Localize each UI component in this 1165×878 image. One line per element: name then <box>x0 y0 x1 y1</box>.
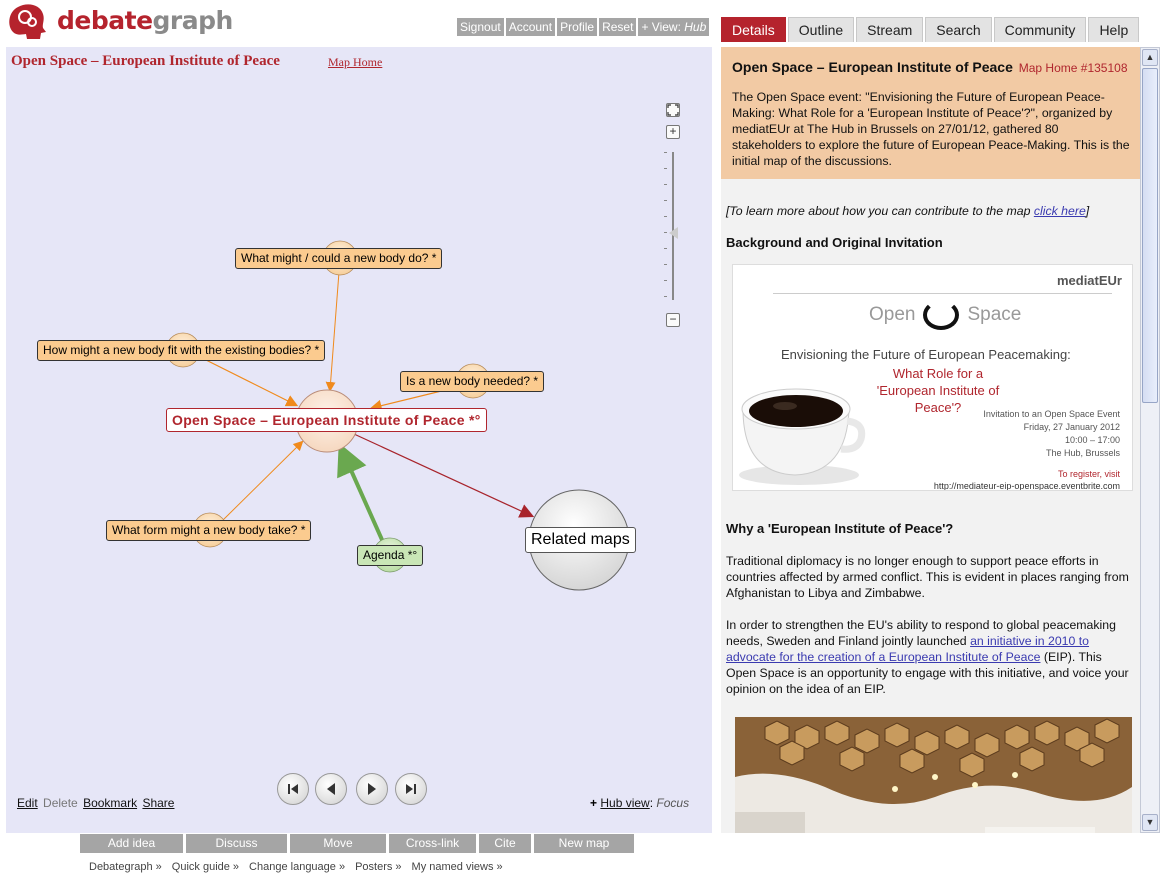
last-icon <box>406 784 416 794</box>
details-body: [To learn more about how you can contrib… <box>721 203 1140 833</box>
edge-q4-central <box>220 440 304 523</box>
last-button[interactable] <box>395 773 427 805</box>
next-icon <box>368 783 376 795</box>
footer-link-posters[interactable]: Posters » <box>355 861 401 873</box>
view-prefix: + View: <box>641 20 681 34</box>
mediateur-logo: mediatEUr <box>1056 273 1122 288</box>
footer-link-change-language[interactable]: Change language » <box>249 861 345 873</box>
edge-agenda-central <box>337 442 385 543</box>
cite-button[interactable]: Cite <box>479 834 531 853</box>
add-idea-button[interactable]: Add idea <box>80 834 183 853</box>
contribute-click-here-link[interactable]: click here <box>1034 204 1086 218</box>
tab-community[interactable]: Community <box>993 17 1087 42</box>
tab-help[interactable]: Help <box>1088 17 1140 42</box>
fit-screen-icon[interactable] <box>666 103 680 117</box>
node-action-bar: Add idea Discuss Move Cross-link Cite Ne… <box>80 834 637 853</box>
signout-button[interactable]: Signout <box>457 18 504 36</box>
hub-view-prefix: + <box>590 796 598 810</box>
invitation-flyer-image: mediatEUr Open Space Envisioning the Futu… <box>732 264 1133 491</box>
why-heading: Why a 'European Institute of Peace'? <box>726 521 954 536</box>
debategraph-logo[interactable]: debategraph <box>5 2 233 42</box>
node-how-fit-existing-bodies[interactable]: How might a new body fit with the existi… <box>37 340 326 361</box>
zoom-in-button[interactable]: + <box>666 125 680 139</box>
event-venue-photo <box>735 717 1132 833</box>
bookmark-link[interactable]: Bookmark <box>83 796 137 810</box>
why-paragraph-2: In order to strengthen the EU's ability … <box>726 618 1129 696</box>
tab-stream[interactable]: Stream <box>856 17 924 42</box>
edge-q2-central <box>205 359 299 407</box>
contribute-note: [To learn more about how you can contrib… <box>726 204 1090 218</box>
details-title: Open Space – European Institute of Peace… <box>732 59 1128 75</box>
detail-tabs: Details Outline Stream Search Community … <box>721 17 1141 42</box>
node-what-form-new-body[interactable]: What form might a new body take? * <box>106 520 312 541</box>
why-paragraph-1: Traditional diplomacy is no longer enoug… <box>726 554 1129 600</box>
hub-view-control: + Hub view: Focus <box>590 796 690 810</box>
edit-link[interactable]: Edit <box>17 796 38 810</box>
focus-mode-label[interactable]: Focus <box>656 796 689 810</box>
first-button[interactable] <box>277 773 309 805</box>
discuss-button[interactable]: Discuss <box>186 834 287 853</box>
footer-link-my-named-views[interactable]: My named views » <box>412 861 503 873</box>
coffee-cup-icon <box>739 388 866 485</box>
first-icon <box>288 784 298 794</box>
node-central-topic[interactable]: Open Space – European Institute of Peace… <box>166 408 487 432</box>
map-canvas[interactable]: Open Space – European Institute of Peace… <box>6 47 712 833</box>
edge-q1-central <box>325 271 340 392</box>
share-link[interactable]: Share <box>142 796 174 810</box>
background-heading: Background and Original Invitation <box>726 235 943 250</box>
flyer-register: To register, visit http://mediateur-eip-… <box>933 469 1120 491</box>
logo-word-debate: debate <box>57 5 153 35</box>
previous-icon <box>327 783 335 795</box>
open-space-ring-icon <box>923 300 960 330</box>
logo-word-graph: graph <box>152 5 234 35</box>
view-value: Hub <box>684 20 707 34</box>
flyer-open-space-title: Open Space <box>869 300 1021 330</box>
flyer-event-details: Invitation to an Open Space Event Friday… <box>983 409 1120 458</box>
map-edit-links: Edit Delete Bookmark Share <box>17 796 176 810</box>
delete-link: Delete <box>43 796 78 810</box>
next-button[interactable] <box>356 773 388 805</box>
tab-details[interactable]: Details <box>721 17 786 42</box>
reset-button[interactable]: Reset <box>599 18 637 36</box>
flyer-line-1: Envisioning the Future of European Peace… <box>781 347 1071 362</box>
node-what-might-new-body-do[interactable]: What might / could a new body do? * <box>235 248 443 269</box>
cross-link-button[interactable]: Cross-link <box>389 834 476 853</box>
zoom-slider-track[interactable] <box>672 152 674 300</box>
details-header: Open Space – European Institute of Peace… <box>721 47 1140 179</box>
node-agenda[interactable]: Agenda *° <box>357 545 424 566</box>
previous-button[interactable] <box>315 773 347 805</box>
hub-view-link[interactable]: Hub view <box>600 796 649 810</box>
view-selector[interactable]: + View: Hub <box>638 18 710 36</box>
edge-central-related <box>353 433 535 518</box>
zoom-out-button[interactable]: − <box>666 313 680 327</box>
scrollbar-thumb[interactable] <box>1142 68 1158 403</box>
tab-outline[interactable]: Outline <box>787 17 855 42</box>
footer-links: Debategraph » Quick guide » Change langu… <box>89 861 503 873</box>
footer-link-debategraph[interactable]: Debategraph » <box>89 861 162 873</box>
scroll-up-arrow-icon[interactable]: ▲ <box>1142 49 1158 66</box>
details-scrollbar[interactable]: ▲ ▼ <box>1140 47 1160 833</box>
top-account-bar: Signout Account Profile Reset + View: Hu… <box>457 18 711 36</box>
details-map-home-ref[interactable]: Map Home #135108 <box>1019 61 1128 75</box>
map-graph <box>165 240 630 591</box>
new-map-button[interactable]: New map <box>534 834 634 853</box>
zoom-slider-handle[interactable] <box>669 227 678 239</box>
scroll-down-arrow-icon[interactable]: ▼ <box>1142 814 1158 831</box>
node-is-new-body-needed[interactable]: Is a new body needed? * <box>400 371 545 392</box>
tab-search[interactable]: Search <box>925 17 992 42</box>
details-description: The Open Space event: "Envisioning the F… <box>732 90 1130 168</box>
footer-link-quick-guide[interactable]: Quick guide » <box>172 861 239 873</box>
account-button[interactable]: Account <box>505 18 556 36</box>
move-button[interactable]: Move <box>290 834 386 853</box>
profile-button[interactable]: Profile <box>557 18 598 36</box>
head-logo-icon <box>9 4 47 40</box>
details-pane[interactable]: Open Space – European Institute of Peace… <box>721 47 1140 833</box>
node-related-maps[interactable]: Related maps <box>525 527 636 553</box>
